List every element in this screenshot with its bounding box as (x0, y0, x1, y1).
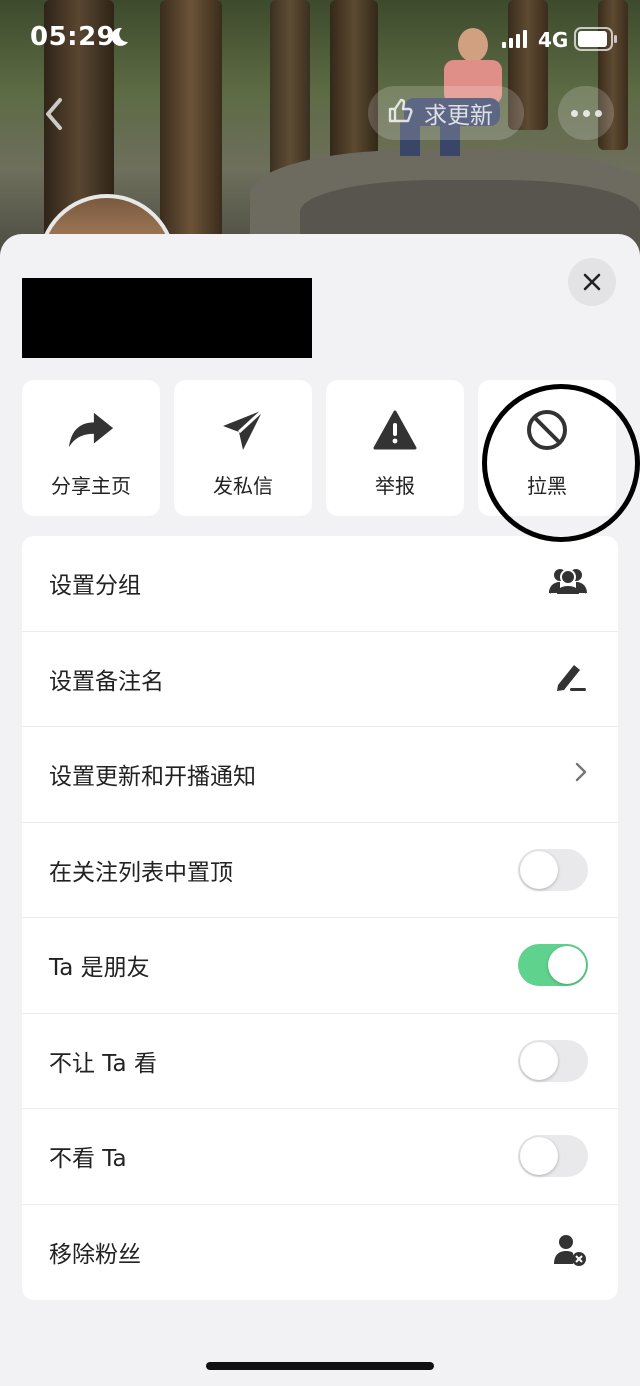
row-label: 设置更新和开播通知 (49, 764, 256, 791)
warning-icon (371, 406, 419, 454)
hide-from-toggle[interactable] (518, 1039, 588, 1082)
update-notification-row[interactable]: 设置更新和开播通知 (22, 727, 618, 823)
home-indicator (206, 1362, 434, 1370)
more-dot-icon (582, 109, 590, 117)
more-dot-icon (594, 109, 602, 117)
thumbs-up-icon (386, 97, 414, 129)
profile-options-sheet: 分享主页 发私信 举报 拉黑 设置分组 设置备注名 设置更新和开播通知 在关注列… (0, 234, 640, 1386)
dont-see-ta-row: 不看 Ta (22, 1109, 618, 1205)
row-label: 不让 Ta 看 (49, 1050, 157, 1077)
moon-icon (108, 26, 130, 52)
set-remark-row[interactable]: 设置备注名 (22, 632, 618, 727)
status-time: 05:29 (30, 22, 116, 52)
share-arrow-icon (67, 406, 115, 454)
chevron-right-icon (574, 762, 588, 786)
toggle-knob (520, 1041, 558, 1080)
request-update-button[interactable]: 求更新 (368, 86, 524, 140)
row-label: 在关注列表中置顶 (49, 859, 233, 886)
network-type: 4G (538, 28, 569, 52)
pin-in-following-row: 在关注列表中置顶 (22, 823, 618, 918)
battery-icon (574, 27, 618, 55)
send-message-button[interactable]: 发私信 (174, 380, 312, 516)
status-bar: 05:29 4G (0, 0, 640, 80)
signal-icon (502, 30, 528, 52)
group-icon (548, 566, 588, 600)
block-icon (523, 406, 571, 454)
more-options-button[interactable] (558, 86, 614, 140)
pencil-icon (554, 661, 588, 697)
pin-toggle[interactable] (518, 848, 588, 891)
toggle-knob (520, 1137, 558, 1176)
is-friend-toggle[interactable] (518, 944, 588, 987)
paper-plane-icon (219, 406, 267, 454)
close-button[interactable] (568, 258, 616, 306)
action-label: 发私信 (213, 474, 273, 498)
redacted-name-block (22, 278, 312, 358)
report-button[interactable]: 举报 (326, 380, 464, 516)
row-label: 移除粉丝 (49, 1242, 141, 1269)
row-label: Ta 是朋友 (49, 955, 150, 982)
action-label: 举报 (375, 474, 415, 498)
action-label: 拉黑 (527, 474, 567, 498)
action-row: 分享主页 发私信 举报 拉黑 (22, 380, 618, 516)
row-label: 设置分组 (49, 573, 141, 600)
request-update-label: 求更新 (424, 103, 493, 129)
row-label: 不看 Ta (49, 1146, 127, 1173)
set-group-row[interactable]: 设置分组 (22, 536, 618, 632)
toggle-knob (520, 850, 558, 889)
row-label: 设置备注名 (49, 668, 164, 695)
block-user-button[interactable]: 拉黑 (478, 380, 616, 516)
dont-see-toggle[interactable] (518, 1135, 588, 1178)
action-label: 分享主页 (51, 474, 131, 498)
back-button[interactable] (38, 94, 72, 134)
is-friend-row: Ta 是朋友 (22, 918, 618, 1014)
more-dot-icon (570, 109, 578, 117)
remove-follower-row[interactable]: 移除粉丝 (22, 1205, 618, 1301)
settings-list: 设置分组 设置备注名 设置更新和开播通知 在关注列表中置顶 Ta 是朋友 不让 … (22, 536, 618, 1300)
toggle-knob (548, 946, 586, 985)
hide-from-ta-row: 不让 Ta 看 (22, 1014, 618, 1109)
remove-follower-icon (552, 1232, 588, 1272)
close-icon (583, 273, 601, 291)
share-profile-button[interactable]: 分享主页 (22, 380, 160, 516)
